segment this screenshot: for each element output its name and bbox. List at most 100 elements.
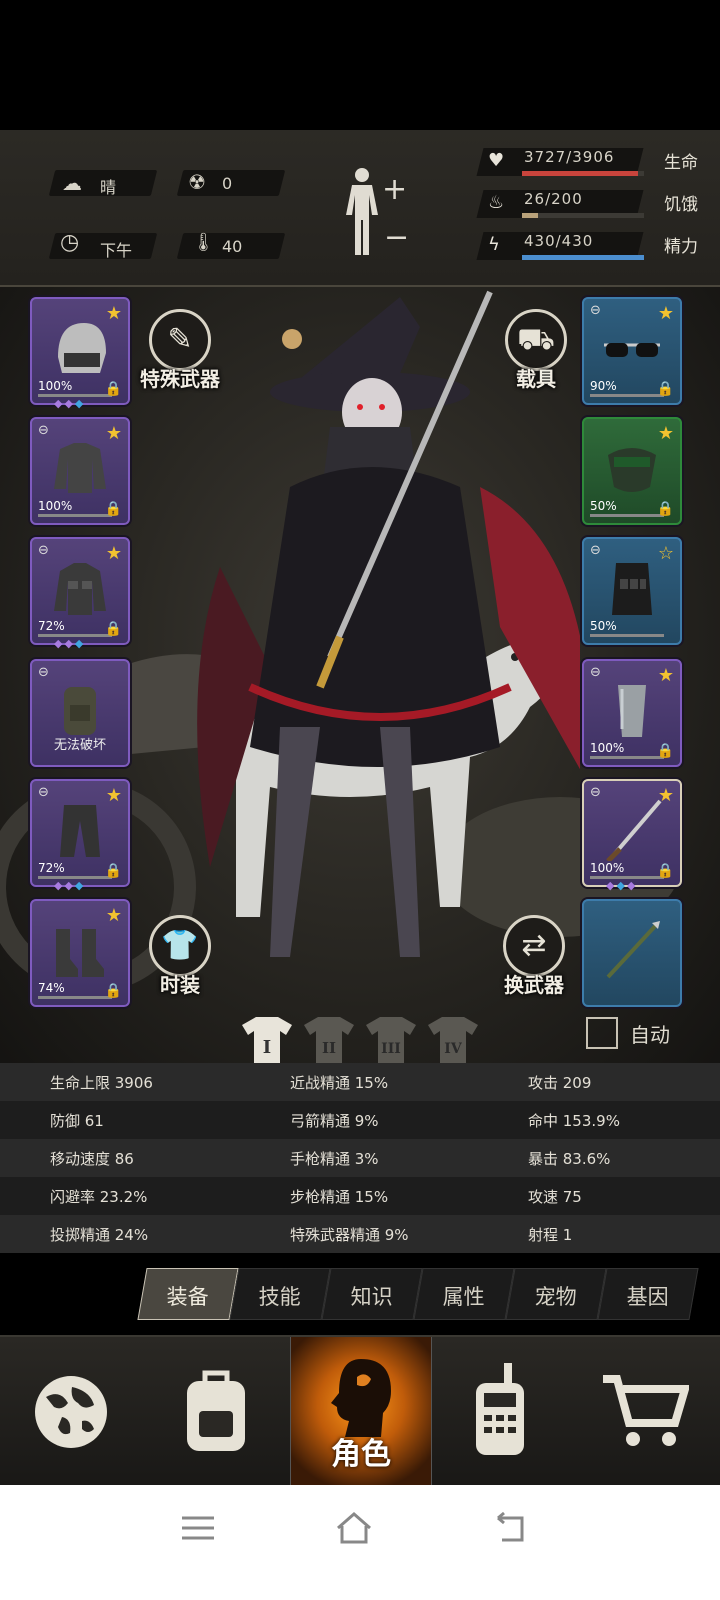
attribute-cell: 防御 61 xyxy=(50,1112,104,1130)
loadout-3-shirt-icon[interactable]: III xyxy=(362,1015,420,1065)
back-icon[interactable] xyxy=(490,1510,530,1546)
health-value: 3727/3906 xyxy=(524,148,615,166)
gas-mask-icon xyxy=(608,448,656,492)
lock-icon[interactable]: 🔒 xyxy=(105,381,122,397)
lock-icon[interactable]: 🔒 xyxy=(657,743,674,759)
lock-icon[interactable]: 🔒 xyxy=(657,863,674,879)
helmet-slot[interactable]: ★ 100% 🔒 xyxy=(30,297,130,405)
clock-icon: ◷ xyxy=(60,230,80,255)
glasses-slot[interactable]: ⊖ ★ 90% 🔒 xyxy=(582,297,682,405)
tab-knowledge[interactable]: 知识 xyxy=(321,1268,423,1320)
attribute-cell: 射程 1 xyxy=(528,1226,573,1244)
table-row: 移动速度 86 手枪精通 3% 暴击 83.6% xyxy=(0,1139,720,1177)
swap-weapon-button[interactable]: ⇄ 换武器 xyxy=(494,915,574,998)
durability-text: 50% xyxy=(590,619,617,633)
hunger-label: 饥饿 xyxy=(664,195,698,215)
bracer-slot[interactable]: ⊖ ★ 100% 🔒 xyxy=(582,659,682,767)
body-status-icon[interactable]: + − xyxy=(340,165,410,265)
attribute-cell: 特殊武器精通 9% xyxy=(290,1226,409,1244)
loadout-1-shirt-icon[interactable]: I xyxy=(238,1015,296,1065)
svg-text:−: − xyxy=(384,220,409,255)
nav-radio[interactable] xyxy=(430,1337,570,1487)
android-navigation-bar xyxy=(0,1485,720,1600)
attribute-cell: 命中 153.9% xyxy=(528,1112,620,1130)
menu-icon[interactable] xyxy=(178,1510,218,1546)
weather-icon: ☁ xyxy=(62,171,82,195)
tab-genes[interactable]: 基因 xyxy=(597,1268,699,1320)
mask-slot[interactable]: ★ 50% 🔒 xyxy=(582,417,682,525)
weather-text: 晴 xyxy=(100,178,117,197)
top-blank-area xyxy=(0,0,720,130)
katana-slot[interactable]: ⊖ ★ 100% 🔒 xyxy=(582,779,682,887)
bracer-icon xyxy=(618,685,646,737)
table-row: 闪避率 23.2% 步枪精通 15% 攻速 75 xyxy=(0,1177,720,1215)
tab-pets[interactable]: 宠物 xyxy=(505,1268,607,1320)
attribute-cell: 生命上限 3906 xyxy=(50,1074,153,1092)
character-scene: ★ 100% 🔒 ◆◆◆ ⊖ ★ 100% 🔒 ⊖ ★ 72% 🔒 ◆◆◆ ⊖ … xyxy=(0,287,720,1077)
auto-label: 自动 xyxy=(630,1023,670,1047)
nav-backpack[interactable] xyxy=(145,1337,285,1487)
durability-text: 100% xyxy=(38,499,73,513)
spear-icon xyxy=(606,921,660,979)
tab-equipment[interactable]: 装备 xyxy=(137,1268,239,1320)
loadout-4-shirt-icon[interactable]: IV xyxy=(424,1015,482,1065)
health-bar xyxy=(522,171,639,176)
tshirt-icon: 👕 xyxy=(149,915,211,977)
backpack-slot[interactable]: ⊖ 无法破坏 xyxy=(30,659,130,767)
nav-character[interactable]: 角色 xyxy=(290,1337,432,1487)
jacket-slot[interactable]: ⊖ ★ 72% 🔒 xyxy=(30,537,130,645)
tab-label: 属性 xyxy=(442,1285,485,1309)
auto-checkbox[interactable] xyxy=(586,1017,618,1049)
temperature-value: 40 xyxy=(222,237,243,256)
attribute-cell: 投掷精通 24% xyxy=(50,1226,149,1244)
tab-label: 技能 xyxy=(258,1285,301,1309)
hunger-bar xyxy=(522,213,538,218)
katana-icon xyxy=(606,799,662,861)
lock-icon[interactable]: 🔒 xyxy=(105,983,122,999)
link-icon: ⊖ xyxy=(38,543,49,558)
shopping-cart-icon xyxy=(603,1375,689,1446)
lock-icon[interactable]: 🔒 xyxy=(105,863,122,879)
globe-icon xyxy=(35,1376,107,1448)
lock-icon[interactable]: 🔒 xyxy=(105,501,122,517)
energy-row: ϟ 430/430 精力 xyxy=(476,228,712,262)
attribute-cell: 步枪精通 15% xyxy=(290,1188,389,1206)
swap-icon: ⇄ xyxy=(503,915,565,977)
motorcycle-icon: ⛟ xyxy=(505,309,567,371)
radiation-icon: ☢ xyxy=(188,170,206,194)
tab-attributes[interactable]: 属性 xyxy=(413,1268,515,1320)
boots-slot[interactable]: ★ 74% 🔒 xyxy=(30,899,130,1007)
lock-icon[interactable]: 🔒 xyxy=(657,501,674,517)
vest-slot[interactable]: ⊖ ☆ 50% xyxy=(582,537,682,645)
durability-text: 50% xyxy=(590,499,617,513)
shirt-icon xyxy=(54,443,106,493)
vehicle-label: 载具 xyxy=(516,367,556,391)
attribute-cell: 暴击 83.6% xyxy=(528,1150,611,1168)
spear-slot[interactable] xyxy=(582,899,682,1007)
vehicle-button[interactable]: ⛟ 载具 xyxy=(496,309,576,392)
pants-slot[interactable]: ⊖ ★ 72% 🔒 xyxy=(30,779,130,887)
durability-text: 72% xyxy=(38,619,65,633)
link-icon: ⊖ xyxy=(38,785,49,800)
attributes-table: 生命上限 3906 近战精通 15% 攻击 209 防御 61 弓箭精通 9% … xyxy=(0,1063,720,1253)
heart-icon: ♥ xyxy=(488,150,505,171)
nav-world-map[interactable] xyxy=(0,1337,140,1487)
special-weapon-button[interactable]: ✎ 特殊武器 xyxy=(140,309,220,392)
energy-value: 430/430 xyxy=(524,232,594,250)
lock-icon[interactable]: 🔒 xyxy=(105,621,122,637)
tab-skills[interactable]: 技能 xyxy=(229,1268,331,1320)
witch-character xyxy=(197,290,580,957)
lock-icon[interactable]: 🔒 xyxy=(657,381,674,397)
tab-label: 知识 xyxy=(350,1285,393,1309)
nav-shop[interactable] xyxy=(575,1337,720,1487)
tab-label: 基因 xyxy=(626,1285,669,1309)
shirt-slot[interactable]: ⊖ ★ 100% 🔒 xyxy=(30,417,130,525)
energy-label: 精力 xyxy=(664,237,698,257)
link-icon: ⊖ xyxy=(590,665,601,680)
home-icon[interactable] xyxy=(334,1510,374,1546)
durability-text: 100% xyxy=(590,861,625,875)
loadout-2-shirt-icon[interactable]: II xyxy=(300,1015,358,1065)
link-icon: ⊖ xyxy=(590,785,601,800)
fashion-button[interactable]: 👕 时装 xyxy=(140,915,220,998)
lightning-icon: ϟ xyxy=(488,234,500,255)
